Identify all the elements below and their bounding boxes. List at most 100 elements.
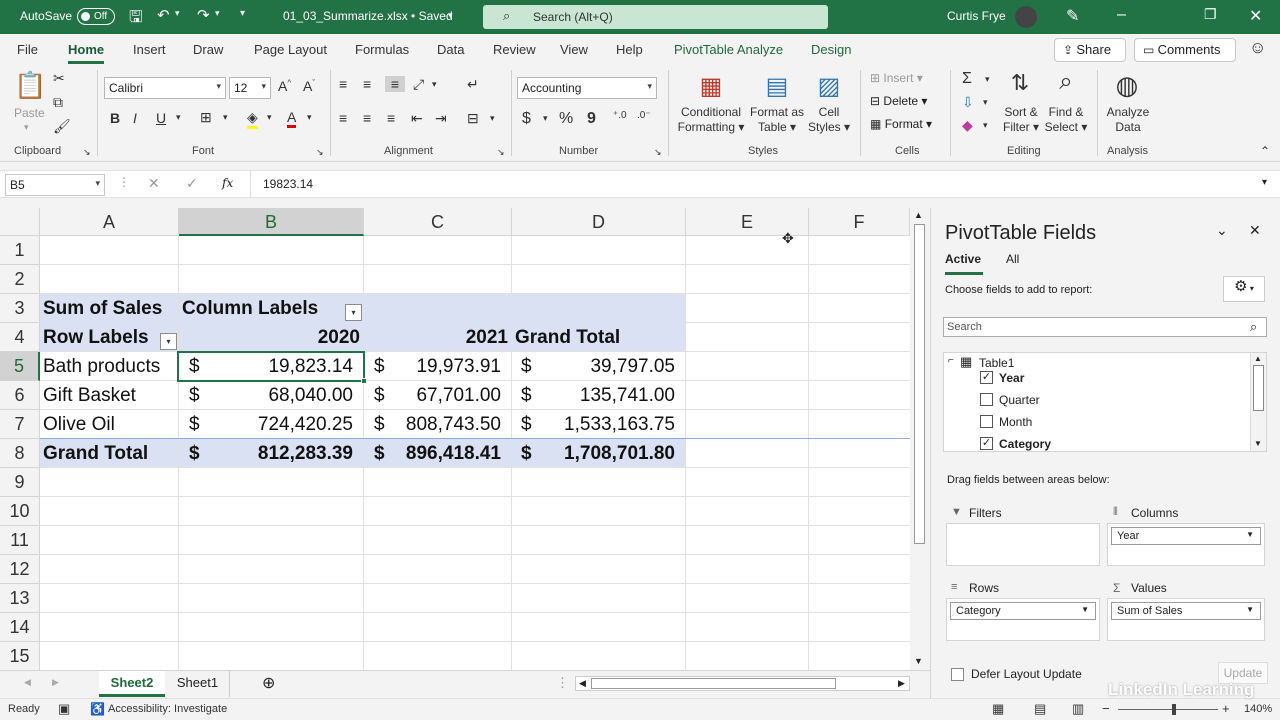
file-name[interactable]: 01_03_Summarize.xlsx • Saved bbox=[283, 9, 453, 23]
pivot-value[interactable]: 67,701.00 bbox=[390, 381, 501, 410]
zoom-slider-thumb[interactable] bbox=[1172, 704, 1176, 715]
page-break-view-icon[interactable]: ▥ bbox=[1072, 701, 1084, 717]
percent-icon[interactable]: % bbox=[559, 110, 573, 128]
top-align-icon[interactable]: ≡ bbox=[339, 76, 347, 92]
field-checkbox-year[interactable]: ✓ bbox=[980, 371, 993, 384]
borders-dropdown-icon[interactable]: ▾ bbox=[223, 112, 228, 123]
zoom-in-icon[interactable]: + bbox=[1222, 701, 1230, 716]
next-sheet-icon[interactable]: ▶ bbox=[52, 677, 59, 688]
increase-indent-icon[interactable]: ⇥ bbox=[435, 110, 447, 127]
decrease-font-icon[interactable]: Aˇ bbox=[303, 78, 315, 94]
middle-align-icon[interactable]: ≡ bbox=[363, 76, 371, 92]
paste-dropdown-icon[interactable]: ▾ bbox=[24, 122, 29, 133]
pivot-sum-label[interactable]: Sum of Sales bbox=[43, 294, 162, 323]
font-size-dropdown[interactable]: 12 ▾ bbox=[229, 77, 271, 99]
font-color-dropdown-icon[interactable]: ▾ bbox=[307, 112, 312, 123]
row-header[interactable]: 7 bbox=[0, 410, 40, 439]
col-header-b[interactable]: B bbox=[179, 208, 364, 236]
field-checkbox-quarter[interactable] bbox=[980, 393, 993, 406]
rows-drop-area[interactable]: Category ▼ bbox=[946, 598, 1100, 641]
fill-color-icon[interactable]: ◈ bbox=[247, 109, 258, 129]
tab-pivottable-analyze[interactable]: PivotTable Analyze bbox=[674, 42, 783, 57]
page-layout-view-icon[interactable]: ▤ bbox=[1034, 701, 1046, 717]
close-icon[interactable]: ✕ bbox=[1249, 6, 1262, 26]
pivot-row-label[interactable]: Gift Basket bbox=[43, 381, 136, 410]
row-header[interactable]: 6 bbox=[0, 381, 40, 410]
accessibility-status[interactable]: Accessibility: Investigate bbox=[108, 703, 227, 715]
scroll-left-icon[interactable]: ◀ bbox=[579, 678, 586, 689]
field-label-month[interactable]: Month bbox=[999, 415, 1032, 429]
prev-sheet-icon[interactable]: ◀ bbox=[24, 677, 31, 688]
align-right-icon[interactable]: ≡ bbox=[387, 110, 395, 126]
collapse-ribbon-icon[interactable]: ⌃ bbox=[1260, 144, 1270, 158]
zoom-slider[interactable] bbox=[1118, 709, 1218, 710]
collapse-table-icon[interactable]: ⌐ bbox=[948, 355, 954, 366]
font-name-dropdown[interactable]: Calibri ▾ bbox=[104, 77, 226, 99]
field-label-year[interactable]: Year bbox=[999, 371, 1024, 385]
vertical-scrollbar[interactable]: ▲ ▼ bbox=[910, 208, 930, 670]
add-sheet-icon[interactable]: ⊕ bbox=[262, 673, 275, 693]
defer-layout-checkbox[interactable] bbox=[951, 668, 964, 681]
rows-field-category[interactable]: Category ▼ bbox=[950, 602, 1096, 620]
pivot-row-labels[interactable]: Row Labels bbox=[43, 323, 149, 352]
clear-dropdown-icon[interactable]: ▾ bbox=[983, 120, 988, 131]
name-box[interactable]: B5 ▾ bbox=[5, 174, 105, 196]
expand-formula-icon[interactable]: ▾ bbox=[1262, 177, 1267, 188]
tab-insert[interactable]: Insert bbox=[133, 42, 166, 57]
search-box[interactable]: ⌕ Search (Alt+Q) bbox=[483, 5, 828, 29]
field-list-scrollbar[interactable]: ▲ ▼ bbox=[1250, 353, 1266, 451]
user-name[interactable]: Curtis Frye bbox=[947, 9, 1006, 23]
pivot-year-2021[interactable]: 2021 bbox=[364, 323, 508, 352]
col-header-c[interactable]: C bbox=[364, 208, 512, 236]
cut-icon[interactable]: ✂ bbox=[53, 70, 65, 87]
pivot-row-label[interactable]: Bath products bbox=[43, 352, 160, 381]
filters-drop-area[interactable] bbox=[946, 523, 1100, 566]
pivot-grand-total-label[interactable]: Grand Total bbox=[43, 439, 148, 468]
share-button[interactable]: ⇪ Share bbox=[1054, 38, 1126, 62]
conditional-formatting-button[interactable]: Conditional Formatting ▾ bbox=[676, 105, 746, 135]
format-cells-button[interactable]: ▦ Format ▾ bbox=[870, 117, 932, 131]
bold-icon[interactable]: B bbox=[110, 110, 120, 126]
fill-icon[interactable]: ⇩ bbox=[962, 94, 974, 111]
zoom-out-icon[interactable]: − bbox=[1102, 701, 1110, 716]
pane-options-chevron-icon[interactable]: ⌄ bbox=[1216, 222, 1228, 239]
worksheet-grid[interactable]: A B C D E F 1 2 3 4 5 6 7 8 9 10 11 12 1… bbox=[0, 208, 910, 670]
tab-review[interactable]: Review bbox=[493, 42, 536, 57]
pivot-value[interactable]: 19,973.91 bbox=[390, 352, 501, 381]
pivot-grand-value[interactable]: 1,708,701.80 bbox=[540, 439, 675, 468]
pivot-value[interactable]: 1,533,163.75 bbox=[540, 410, 675, 439]
pivot-value[interactable]: 68,040.00 bbox=[210, 381, 353, 410]
row-header[interactable]: 1 bbox=[0, 236, 40, 265]
columns-drop-area[interactable]: Year ▼ bbox=[1107, 523, 1265, 566]
tab-page-layout[interactable]: Page Layout bbox=[254, 42, 327, 57]
active-cell-b5[interactable] bbox=[177, 351, 365, 382]
analyze-data-icon[interactable]: ◍ bbox=[1110, 70, 1144, 101]
zoom-level[interactable]: 140% bbox=[1244, 703, 1272, 715]
field-checkbox-month[interactable] bbox=[980, 415, 993, 428]
align-center-icon[interactable]: ≡ bbox=[363, 110, 371, 126]
row-header[interactable]: 4 bbox=[0, 323, 40, 352]
orientation-dropdown-icon[interactable]: ▾ bbox=[432, 79, 437, 90]
pivot-grand-total-header[interactable]: Grand Total bbox=[515, 323, 620, 352]
row-header[interactable]: 8 bbox=[0, 439, 40, 468]
row-header[interactable]: 3 bbox=[0, 294, 40, 323]
tab-help[interactable]: Help bbox=[616, 42, 643, 57]
delete-cells-button[interactable]: ⊟ Delete ▾ bbox=[870, 94, 927, 108]
row-header[interactable]: 5 bbox=[0, 352, 40, 381]
comments-button[interactable]: ▭ Comments bbox=[1134, 38, 1236, 62]
font-launcher-icon[interactable]: ↘ bbox=[316, 147, 324, 158]
italic-icon[interactable]: I bbox=[133, 110, 137, 126]
undo-dropdown-icon[interactable]: ▾ bbox=[175, 8, 180, 19]
tab-data[interactable]: Data bbox=[437, 42, 464, 57]
enter-formula-icon[interactable]: ✓ bbox=[186, 175, 198, 192]
avatar[interactable] bbox=[1015, 6, 1037, 28]
find-select-button[interactable]: Find & Select ▾ bbox=[1042, 105, 1090, 135]
autosum-dropdown-icon[interactable]: ▾ bbox=[985, 74, 990, 85]
number-launcher-icon[interactable]: ↘ bbox=[654, 147, 662, 158]
insert-cells-button[interactable]: ⊞ Insert ▾ bbox=[870, 71, 923, 85]
pivot-value[interactable]: 724,420.25 bbox=[210, 410, 353, 439]
pane-tab-active[interactable]: Active bbox=[945, 252, 981, 266]
formula-input[interactable]: 19823.14 bbox=[250, 171, 1260, 197]
pane-tab-all[interactable]: All bbox=[1006, 252, 1019, 266]
orientation-icon[interactable]: ⤢ bbox=[413, 76, 424, 93]
